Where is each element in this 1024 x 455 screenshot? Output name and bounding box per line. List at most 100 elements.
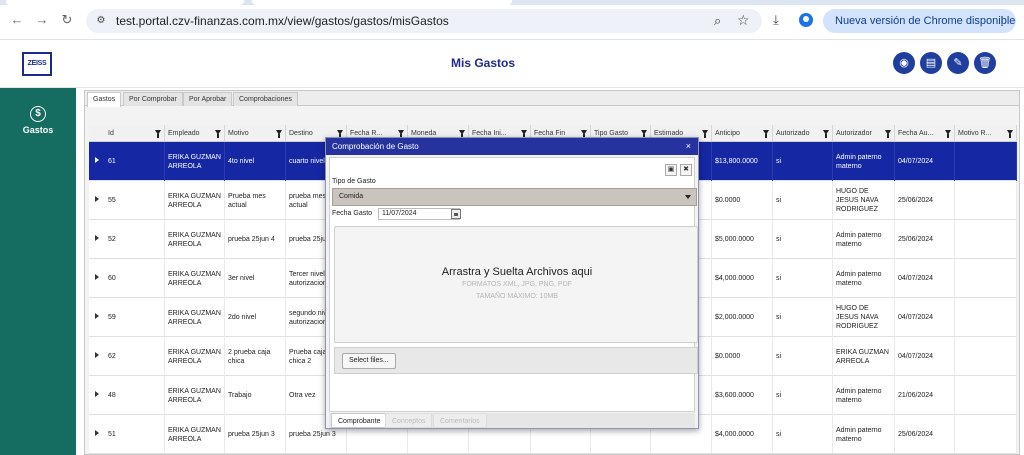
table-cell-autorizado: si [773,298,833,337]
table-cell-anticipo: $0.0000 [712,337,773,376]
eraser-icon: ✖ [683,166,689,173]
filter-icon[interactable] [763,130,769,138]
comprobacion-modal: Comprobación de Gasto × ▣ ✖ Tipo de Gast… [325,137,699,429]
column-label: Motivo [228,130,249,137]
filter-icon[interactable] [521,130,527,138]
tab-comentarios[interactable]: Comentarios [433,413,487,428]
tipo-gasto-select[interactable]: Comida [332,188,697,206]
column-header[interactable]: Autorizado [773,125,833,142]
select-files-button[interactable]: Select files... [342,353,396,369]
column-label: Empleado [168,130,200,137]
address-bar[interactable]: ⚙ test.portal.czv-finanzas.com.mx/view/g… [86,9,762,33]
table-cell [955,376,1017,415]
modal-title-bar[interactable]: Comprobación de Gasto × [326,138,698,155]
table-cell-autorizador: Admin paterno materno [833,415,895,454]
table-cell-motivo: Prueba mes actual [225,181,286,220]
expand-row-icon[interactable] [95,235,99,241]
clear-button[interactable]: ✖ [680,164,692,176]
expand-row-icon[interactable] [95,430,99,436]
edit-button[interactable]: ✎ [947,52,969,74]
column-header[interactable]: Motivo [225,125,286,142]
document-button[interactable]: ▤ [920,52,942,74]
expand-row-icon[interactable] [95,352,99,358]
column-header[interactable]: Fecha Au... [895,125,955,142]
column-label: Autorizado [776,130,810,137]
filter-icon[interactable] [398,130,404,138]
expand-row-icon[interactable] [95,274,99,280]
tipo-gasto-value: Comida [339,193,364,200]
sidebar-item-gastos[interactable]: $ Gastos [8,106,68,146]
url-text[interactable]: test.portal.czv-finanzas.com.mx/view/gas… [116,14,449,28]
expand-row-icon[interactable] [95,313,99,319]
column-header[interactable]: Id [105,125,165,142]
chrome-update-button[interactable]: Nueva versión de Chrome disponible ⋮ [823,9,1016,33]
filter-icon[interactable] [276,130,282,138]
table-cell-empleado: ERIKA GUZMAN ARREOLA [165,220,225,259]
table-cell-anticipo: $13,800.0000 [712,142,773,181]
table-cell-fecha-au: 04/07/2024 [895,259,955,298]
column-label: Estimado [654,130,684,137]
table-cell [955,142,1017,181]
more-options-icon[interactable]: ⋮ [996,9,1008,33]
zoom-icon[interactable]: ⌕ [714,13,721,29]
tab-conceptos[interactable]: Conceptos [385,413,433,428]
filter-icon[interactable] [823,130,829,138]
filter-icon[interactable] [1007,130,1013,138]
expand-row-icon[interactable] [95,391,99,397]
expand-row-icon[interactable] [95,157,99,163]
expand-row-icon[interactable] [95,196,99,202]
site-settings-icon[interactable]: ⚙ [94,14,108,28]
table-cell-autorizador: HUGO DE JESUS NAVA RODRIGUEZ [833,298,895,337]
column-label: Fecha R... [350,130,383,137]
upload-toolbar: Select files... [334,347,698,374]
table-cell-fecha-au: 25/06/2024 [895,220,955,259]
download-icon[interactable]: ⤓ [773,12,779,28]
table-cell-id: 60 [105,259,165,298]
calendar-icon[interactable] [451,209,461,219]
table-cell-id: 55 [105,181,165,220]
table-cell-autorizado: si [773,337,833,376]
reload-icon[interactable]: ↻ [60,13,74,27]
close-icon[interactable]: × [686,138,691,155]
tab-comprobante[interactable]: Comprobante [331,413,388,428]
browser-tab[interactable] [252,0,512,5]
filter-icon[interactable] [581,130,587,138]
column-header[interactable]: Motivo R... [955,125,1017,142]
filter-icon[interactable] [337,130,343,138]
column-header[interactable]: Anticipo [712,125,773,142]
bookmark-star-icon[interactable]: ☆ [737,12,750,29]
delete-button[interactable]: 🗑 [974,52,996,74]
table-cell-motivo: 3er nivel [225,259,286,298]
filter-icon[interactable] [885,130,891,138]
tab-por-comprobar[interactable]: Por Comprobar [123,92,183,106]
tab-por-aprobar[interactable]: Por Aprobar [183,92,233,106]
back-icon[interactable]: ← [10,13,24,27]
table-cell-anticipo: $5,000.0000 [712,220,773,259]
view-button[interactable]: ◉ [893,52,915,74]
tab-comprobaciones[interactable]: Comprobaciones [233,92,298,106]
filter-icon[interactable] [459,130,465,138]
table-cell-empleado: ERIKA GUZMAN ARREOLA [165,181,225,220]
profile-icon[interactable] [799,13,813,27]
file-dropzone[interactable]: Arrastra y Suelta Archivos aqui FORMATOS… [334,226,698,343]
tab-gastos[interactable]: Gastos [87,92,122,107]
column-label: Fecha Au... [898,130,934,137]
filter-icon[interactable] [155,130,161,138]
table-cell-empleado: ERIKA GUZMAN ARREOLA [165,415,225,454]
column-header[interactable]: Autorizador [833,125,895,142]
filter-icon[interactable] [945,130,951,138]
forward-icon[interactable]: → [35,13,49,27]
filter-icon[interactable] [641,130,647,138]
table-cell-autorizado: si [773,415,833,454]
filter-icon[interactable] [702,130,708,138]
fecha-gasto-input[interactable]: 11/07/2024 [378,208,460,220]
save-button[interactable]: ▣ [665,164,677,176]
table-cell [955,337,1017,376]
table-cell-anticipo: $2,000.0000 [712,298,773,337]
column-header[interactable]: Empleado [165,125,225,142]
table-cell-empleado: ERIKA GUZMAN ARREOLA [165,337,225,376]
browser-tab[interactable] [6,0,244,5]
filter-icon[interactable] [215,130,221,138]
table-cell-autorizador: Admin paterno materno [833,142,895,181]
column-label: Moneda [411,130,437,137]
